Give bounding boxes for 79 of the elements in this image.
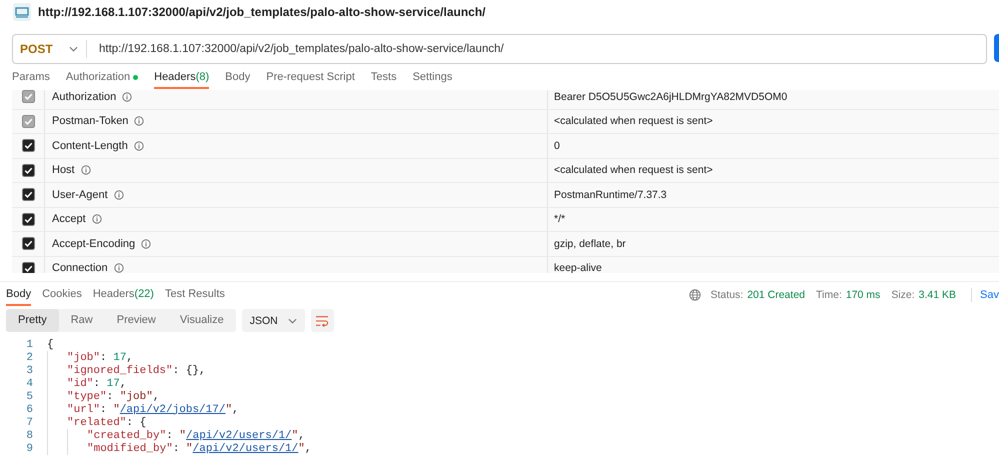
header-value: <calculated when request is sent> — [554, 164, 713, 176]
line-number: 6 — [25, 404, 34, 416]
request-tab[interactable]: Authorization — [66, 68, 138, 89]
request-tab[interactable]: Pre-request Script — [266, 68, 355, 89]
request-title: http://192.168.1.107:32000/api/v2/job_templates/palo-alto-show-service/launch/ — [38, 5, 486, 19]
header-key: Authorization — [52, 90, 116, 103]
save-link[interactable]: Sav — [980, 289, 999, 301]
globe-icon — [688, 289, 701, 301]
line-number: 2 — [25, 352, 34, 364]
info-icon — [114, 263, 124, 273]
checked-checkbox[interactable] — [22, 262, 34, 273]
url-input[interactable]: http://192.168.1.107:32000/api/v2/job_templates/palo-alto-show-service/launch/ — [87, 43, 504, 55]
chevron-down-icon — [288, 318, 297, 324]
header-key: User-Agent — [52, 188, 108, 201]
code-line: "type": "job", — [67, 390, 160, 402]
view-mode-tab[interactable]: Raw — [58, 309, 105, 332]
line-number: 7 — [25, 416, 34, 428]
info-icon — [92, 214, 102, 224]
code-line: "modified_by": "/api/v2/users/1/", — [87, 442, 312, 454]
send-button[interactable] — [994, 34, 999, 62]
header-key: Postman-Token — [52, 115, 128, 128]
header-value: <calculated when request is sent> — [554, 115, 713, 128]
chevron-down-icon — [69, 46, 78, 52]
info-icon — [80, 165, 91, 176]
header-value: Bearer D5O5U5Gwc2A6jHLDMrgYA82MVD5OM0 — [554, 90, 788, 103]
code-line: "created_by": "/api/v2/users/1/", — [87, 430, 305, 442]
method-dropdown[interactable]: POST — [13, 40, 87, 58]
response-tab[interactable]: Test Results — [164, 286, 225, 306]
request-tab[interactable]: Settings — [412, 68, 452, 89]
view-mode-tab[interactable]: Preview — [104, 309, 168, 332]
request-tab[interactable]: Body — [225, 68, 250, 89]
checked-checkbox[interactable] — [22, 164, 34, 177]
header-value: 0 — [554, 140, 560, 152]
response-tab[interactable]: Body — [6, 286, 32, 306]
code-line: "related": { — [67, 416, 146, 428]
checked-checkbox[interactable] — [22, 188, 34, 202]
code-line: "ignored_fields": {}, — [67, 364, 206, 376]
code-line: "job": 17, — [67, 352, 134, 364]
header-key: Connection — [52, 262, 108, 273]
request-tab[interactable]: Params — [12, 68, 50, 89]
status-value: 201 Created — [747, 289, 805, 301]
line-number: 8 — [25, 430, 34, 442]
header-key: Accept-Encoding — [52, 238, 136, 250]
code-line: "id": 17, — [67, 378, 126, 390]
time-label: Time: — [816, 289, 842, 301]
line-number: 9 — [25, 442, 34, 454]
view-mode-tab[interactable]: Visualize — [168, 309, 236, 332]
header-value: PostmanRuntime/7.37.3 — [554, 188, 667, 201]
request-tab[interactable]: Tests — [370, 68, 397, 89]
response-tab[interactable]: Headers(22) — [92, 286, 154, 306]
code-line: "url": "/api/v2/jobs/17/", — [67, 404, 239, 416]
code-line: { — [47, 338, 54, 350]
response-tab[interactable]: Cookies — [42, 286, 82, 306]
header-value: */* — [554, 213, 566, 226]
line-number: 1 — [25, 338, 34, 350]
line-number: 5 — [25, 390, 34, 402]
url-bar[interactable]: POST http://192.168.1.107:32000/api/v2/job_templates/palo-alto-show-service/launch/ — [12, 34, 987, 64]
header-value: gzip, deflate, br — [554, 238, 626, 250]
view-mode-tab[interactable]: Pretty — [6, 309, 59, 332]
checked-checkbox[interactable] — [22, 237, 34, 250]
info-icon — [122, 92, 132, 102]
header-key: Host — [52, 164, 75, 176]
info-icon — [114, 190, 124, 200]
wrap-lines-icon — [315, 314, 330, 326]
info-icon — [134, 116, 144, 126]
header-key: Accept — [52, 213, 86, 226]
line-number: 3 — [25, 364, 34, 376]
size-value: 3.41 KB — [918, 289, 956, 301]
time-value: 170 ms — [846, 289, 880, 301]
status-label: Status: — [710, 289, 744, 301]
header-key: Content-Length — [52, 140, 128, 152]
wrap-button[interactable] — [310, 309, 334, 332]
info-icon — [134, 140, 144, 151]
format-dropdown[interactable]: JSON — [242, 309, 305, 332]
checked-checkbox[interactable] — [22, 139, 34, 152]
size-label: Size: — [891, 289, 915, 301]
checked-checkbox[interactable] — [22, 212, 34, 226]
line-number: 4 — [25, 378, 34, 390]
info-icon — [141, 238, 152, 249]
